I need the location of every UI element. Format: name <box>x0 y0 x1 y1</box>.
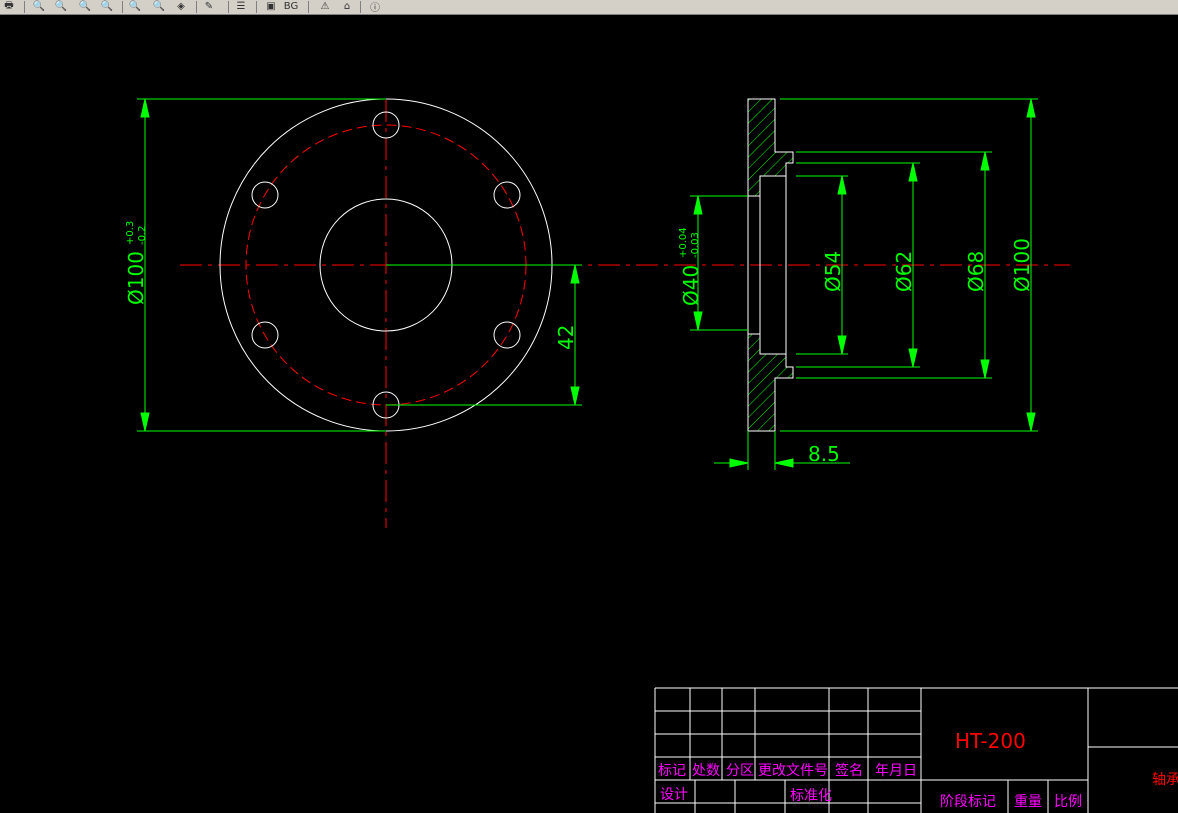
thickness-label: 8.5 <box>808 442 840 466</box>
toolbar-separator <box>256 1 257 13</box>
home-icon[interactable]: ⌂ <box>338 0 356 13</box>
front-diameter-label: Ø100 <box>124 251 148 305</box>
list-icon[interactable]: ☰ <box>232 0 250 13</box>
drawing-canvas[interactable]: Ø100 +0.3 -0.2 42 Ø40 +0.04 -0.03 Ø54 Ø6… <box>0 15 1178 813</box>
part-name-label: 轴承 <box>1152 772 1178 788</box>
toolbar-separator <box>360 1 361 13</box>
title-header-cell: 年月日 <box>875 763 917 779</box>
scale-label: 比例 <box>1054 794 1082 810</box>
layer-icon[interactable]: ◈ <box>172 0 190 13</box>
zoom-previous-icon[interactable]: 🔍 <box>150 0 168 13</box>
toolbar: 🖶 🔍 🔍 🔍 🔍 🔍 🔍 ◈ ✎ ☰ ▣ BG ⚠ ⌂ ⓘ <box>0 0 1178 15</box>
toolbar-separator <box>122 1 123 13</box>
d100-label: Ø100 <box>1010 238 1034 292</box>
stage-mark-label: 阶段标记 <box>940 794 996 810</box>
d62-label: Ø62 <box>892 251 916 292</box>
print-icon[interactable]: 🖶 <box>0 0 18 13</box>
d68-label: Ø68 <box>964 251 988 292</box>
d54-label: Ø54 <box>821 251 845 292</box>
zoom-in-icon[interactable]: 🔍 <box>52 0 70 13</box>
zoom-window-icon[interactable]: 🔍 <box>76 0 94 13</box>
title-header-cell: 更改文件号 <box>758 763 828 779</box>
design-label: 设计 <box>660 787 688 803</box>
background-icon[interactable]: BG <box>282 0 300 13</box>
title-headers: 标记 处数 分区 更改文件号 签名 年月日 <box>658 762 917 779</box>
title-header-cell: 处数 <box>692 763 720 779</box>
zoom-extents-icon[interactable]: 🔍 <box>126 0 144 13</box>
toolbar-separator <box>24 1 25 13</box>
monitor-icon[interactable]: ▣ <box>262 0 280 13</box>
bore-tol-lower: -0.03 <box>690 232 701 258</box>
zoom-icon[interactable]: 🔍 <box>30 0 48 13</box>
warning-icon[interactable]: ⚠ <box>316 0 334 13</box>
title-header-cell: 签名 <box>835 762 863 779</box>
standardization-label: 标准化 <box>790 788 832 804</box>
weight-label: 重量 <box>1014 794 1042 810</box>
toolbar-separator <box>228 1 229 13</box>
toolbar-separator <box>308 1 309 13</box>
front-tol-upper: +0.3 <box>125 221 136 245</box>
material-label: HT-200 <box>955 729 1026 753</box>
zoom-realtime-icon[interactable]: 🔍 <box>98 0 116 13</box>
bore-tol-upper: +0.04 <box>678 227 689 258</box>
title-header-cell: 标记 <box>658 763 686 779</box>
bore-diameter-label: Ø40 <box>679 265 703 306</box>
title-header-cell: 分区 <box>726 763 754 779</box>
toolbar-separator <box>196 1 197 13</box>
front-tol-lower: -0.2 <box>137 225 148 245</box>
measure-icon[interactable]: ✎ <box>200 0 218 13</box>
info-icon[interactable]: ⓘ <box>366 0 384 14</box>
hole-offset-label: 42 <box>554 325 578 350</box>
